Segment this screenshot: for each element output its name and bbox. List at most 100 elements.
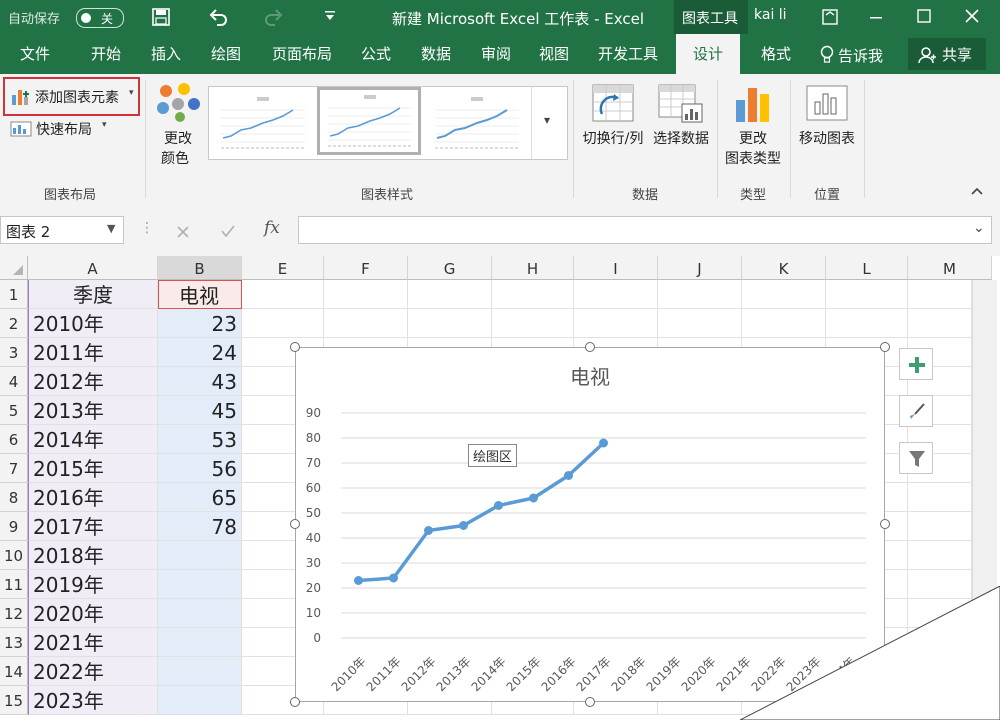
resize-handle-left[interactable]: [290, 519, 300, 529]
column-header-E[interactable]: E: [242, 256, 324, 280]
data-point[interactable]: [494, 501, 503, 510]
chart-style-2-selected[interactable]: [317, 87, 421, 155]
resize-handle-right[interactable]: [880, 519, 890, 529]
tab-data[interactable]: 数据: [410, 34, 462, 74]
tab-insert[interactable]: 插入: [140, 34, 192, 74]
tab-developer[interactable]: 开发工具: [590, 34, 666, 74]
cell-a[interactable]: 季度: [28, 280, 158, 309]
data-point[interactable]: [564, 471, 573, 480]
cell-a[interactable]: 2017年: [28, 512, 158, 541]
empty-cell[interactable]: [908, 483, 972, 512]
move-chart-button[interactable]: 移动图表: [794, 78, 860, 174]
cell-b[interactable]: [158, 628, 242, 657]
save-icon[interactable]: [152, 8, 170, 26]
empty-cell[interactable]: [324, 280, 408, 309]
cell-a[interactable]: 2016年: [28, 483, 158, 512]
row-header[interactable]: 1: [0, 280, 28, 309]
gallery-more-button[interactable]: ▾: [531, 87, 567, 159]
cell-b[interactable]: 24: [158, 338, 242, 367]
tab-formulas[interactable]: 公式: [350, 34, 402, 74]
empty-cell[interactable]: [574, 309, 658, 338]
cell-b[interactable]: [158, 541, 242, 570]
resize-handle-bottom[interactable]: [585, 697, 595, 707]
cell-b[interactable]: 43: [158, 367, 242, 396]
row-header[interactable]: 9: [0, 512, 28, 541]
cell-b[interactable]: 65: [158, 483, 242, 512]
row-header[interactable]: 10: [0, 541, 28, 570]
cell-b[interactable]: 56: [158, 454, 242, 483]
column-header-I[interactable]: I: [574, 256, 658, 280]
row-header[interactable]: 11: [0, 570, 28, 599]
cell-b[interactable]: 45: [158, 396, 242, 425]
tab-draw[interactable]: 绘图: [200, 34, 252, 74]
cell-a[interactable]: 2011年: [28, 338, 158, 367]
select-all-button[interactable]: [0, 256, 28, 280]
empty-cell[interactable]: [242, 309, 324, 338]
ribbon-display-icon[interactable]: [822, 9, 838, 25]
tell-me-input[interactable]: 告诉我: [838, 45, 883, 66]
data-point[interactable]: [389, 573, 398, 583]
row-header[interactable]: 2: [0, 309, 28, 338]
empty-cell[interactable]: [742, 280, 826, 309]
cell-a[interactable]: 2013年: [28, 396, 158, 425]
switch-row-column-button[interactable]: 切换行/列: [578, 78, 648, 174]
resize-handle-top-right[interactable]: [880, 342, 890, 352]
tab-home[interactable]: 开始: [80, 34, 132, 74]
undo-icon[interactable]: [208, 7, 228, 27]
empty-cell[interactable]: [908, 280, 972, 309]
cell-b[interactable]: 23: [158, 309, 242, 338]
empty-cell[interactable]: [826, 280, 908, 309]
select-data-button[interactable]: 选择数据: [650, 78, 712, 174]
cell-a[interactable]: 2018年: [28, 541, 158, 570]
data-point[interactable]: [459, 521, 468, 530]
tab-format[interactable]: 格式: [748, 34, 804, 74]
add-chart-element-button[interactable]: 添加图表元素 ▾: [3, 77, 140, 116]
data-point[interactable]: [529, 493, 538, 503]
row-header[interactable]: 15: [0, 686, 28, 715]
formula-input[interactable]: ⌄: [298, 216, 992, 244]
chart-styles-button[interactable]: [899, 395, 933, 427]
tab-file[interactable]: 文件: [6, 34, 64, 74]
insert-function-button[interactable]: fx: [264, 218, 280, 238]
cell-a[interactable]: 2019年: [28, 570, 158, 599]
enter-icon[interactable]: [220, 224, 236, 238]
row-header[interactable]: 5: [0, 396, 28, 425]
row-header[interactable]: 12: [0, 599, 28, 628]
cell-a[interactable]: 2010年: [28, 309, 158, 338]
change-colors-button[interactable]: 更改 颜色: [150, 78, 206, 174]
chart-styles-gallery[interactable]: ▾: [208, 86, 568, 160]
cell-b[interactable]: 53: [158, 425, 242, 454]
column-header-L[interactable]: L: [826, 256, 908, 280]
customize-qat-icon[interactable]: [324, 10, 336, 22]
name-box[interactable]: 图表 2 ▼: [0, 216, 124, 244]
column-header-M[interactable]: M: [908, 256, 992, 280]
row-header[interactable]: 8: [0, 483, 28, 512]
empty-cell[interactable]: [908, 541, 972, 570]
empty-cell[interactable]: [492, 280, 574, 309]
quick-layout-button[interactable]: 快速布局 ▾: [6, 117, 126, 141]
cell-b[interactable]: [158, 657, 242, 686]
cell-a[interactable]: 2021年: [28, 628, 158, 657]
empty-cell[interactable]: [324, 309, 408, 338]
cell-b[interactable]: 78: [158, 512, 242, 541]
empty-cell[interactable]: [408, 280, 492, 309]
column-header-B[interactable]: B: [158, 256, 242, 280]
user-name[interactable]: kai li: [754, 7, 787, 23]
chart-filters-button[interactable]: [899, 442, 933, 474]
minimize-icon[interactable]: [868, 9, 884, 25]
column-header-A[interactable]: A: [28, 256, 158, 280]
resize-handle-bottom-left[interactable]: [290, 697, 300, 707]
tab-review[interactable]: 审阅: [470, 34, 522, 74]
cell-a[interactable]: 2014年: [28, 425, 158, 454]
cancel-icon[interactable]: [176, 225, 190, 239]
tab-page-layout[interactable]: 页面布局: [264, 34, 340, 74]
empty-cell[interactable]: [908, 512, 972, 541]
column-header-G[interactable]: G: [408, 256, 492, 280]
column-header-F[interactable]: F: [324, 256, 408, 280]
row-header[interactable]: 4: [0, 367, 28, 396]
maximize-icon[interactable]: [916, 8, 932, 24]
redo-icon[interactable]: [264, 7, 284, 27]
resize-handle-top[interactable]: [585, 342, 595, 352]
tab-view[interactable]: 视图: [528, 34, 580, 74]
empty-cell[interactable]: [408, 309, 492, 338]
